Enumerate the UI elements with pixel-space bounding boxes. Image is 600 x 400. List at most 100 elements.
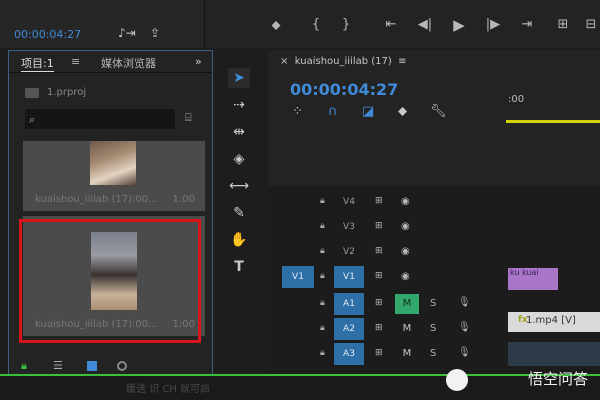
- nest-icon[interactable]: ⁘: [292, 104, 303, 119]
- lock-icon[interactable]: 🔒︎: [320, 221, 325, 231]
- sync-lock-icon[interactable]: ⊞: [375, 246, 383, 256]
- track-row-v4[interactable]: 🔒︎ V4 ⊞ ◉: [268, 190, 600, 215]
- go-to-in-icon[interactable]: ⇤: [380, 17, 402, 32]
- razor-tool-icon[interactable]: ◈: [228, 149, 250, 169]
- project-panel-tabs: 项目:1 ≡ 媒体浏览器 »: [9, 51, 212, 73]
- track-name[interactable]: V2: [334, 241, 364, 263]
- solo-button[interactable]: S: [430, 323, 436, 334]
- eye-icon[interactable]: ◉: [401, 271, 410, 282]
- lock-icon[interactable]: 🔒︎: [320, 271, 325, 281]
- timeline-clip-a1[interactable]: [508, 342, 600, 366]
- solo-button[interactable]: S: [430, 348, 436, 359]
- sync-lock-icon[interactable]: ⊞: [375, 323, 383, 333]
- status-progress-line: [0, 374, 600, 376]
- track-name[interactable]: V1: [334, 266, 364, 288]
- track-row-v3[interactable]: 🔒︎ V3 ⊞ ◉: [268, 215, 600, 240]
- lock-icon[interactable]: 🔒︎: [21, 359, 27, 373]
- sync-lock-icon[interactable]: ⊞: [375, 271, 383, 281]
- eye-icon[interactable]: ◉: [401, 246, 410, 257]
- mute-button[interactable]: M: [395, 319, 419, 339]
- project-clip-item[interactable]: kuaishou_iiilab (17):00... 1:00: [23, 141, 205, 211]
- lock-icon[interactable]: 🔒︎: [320, 196, 325, 206]
- export-frame-icon[interactable]: ♪⇥: [118, 26, 136, 40]
- ruler-label: :00: [508, 94, 525, 105]
- footer-text: 缓送 识 CH 就可启: [126, 384, 211, 395]
- timeline-clip-label: ku kuai: [510, 268, 539, 277]
- clip-duration: 1:00: [172, 194, 195, 205]
- mic-icon[interactable]: 🎙︎: [458, 322, 471, 333]
- lock-icon[interactable]: 🔒︎: [320, 298, 325, 308]
- eye-icon[interactable]: ◉: [401, 196, 410, 207]
- step-forward-icon[interactable]: |▶: [482, 17, 504, 32]
- zoom-slider-handle[interactable]: [117, 361, 127, 371]
- list-view-icon[interactable]: ☰: [53, 359, 63, 372]
- mic-icon[interactable]: 🎙︎: [458, 347, 471, 358]
- track-name[interactable]: A3: [334, 343, 364, 365]
- track-name[interactable]: V4: [334, 191, 364, 213]
- slip-tool-icon[interactable]: ⟷: [228, 176, 250, 196]
- step-back-icon[interactable]: ◀|: [414, 17, 436, 32]
- in-point-icon[interactable]: {: [305, 17, 327, 32]
- track-row-v2[interactable]: 🔒︎ V2 ⊞ ◉: [268, 240, 600, 265]
- insert-icon[interactable]: ⇪: [150, 26, 160, 40]
- menu-icon[interactable]: ≡: [392, 56, 406, 67]
- sequence-name: kuaishou_iiilab (17): [294, 56, 392, 67]
- watermark-logo: [446, 369, 468, 391]
- sync-lock-icon[interactable]: ⊞: [375, 196, 383, 206]
- mute-button[interactable]: M: [395, 294, 419, 314]
- track-select-tool-icon[interactable]: ⇢: [228, 95, 250, 115]
- extract-icon[interactable]: ⊟: [580, 17, 600, 32]
- eye-icon[interactable]: ◉: [401, 221, 410, 232]
- lock-icon[interactable]: 🔒︎: [320, 246, 325, 256]
- icon-view-icon[interactable]: [87, 361, 97, 371]
- close-icon[interactable]: ×: [280, 56, 295, 67]
- panel-overflow-icon[interactable]: »: [195, 55, 202, 68]
- sync-lock-icon[interactable]: ⊞: [375, 221, 383, 231]
- project-panel: 项目:1 ≡ 媒体浏览器 » 1.prproj ⌕ ⌸ kuaishou_iii…: [8, 50, 213, 376]
- solo-button[interactable]: S: [430, 298, 436, 309]
- pen-tool-icon[interactable]: ✎: [228, 203, 250, 223]
- sync-lock-icon[interactable]: ⊞: [375, 348, 383, 358]
- find-bin-icon[interactable]: ⌸: [185, 111, 201, 125]
- lock-icon[interactable]: 🔒︎: [320, 348, 325, 358]
- tab-equal-icon[interactable]: ≡: [71, 55, 80, 68]
- source-patch-v1[interactable]: V1: [282, 266, 314, 288]
- track-name[interactable]: V3: [334, 216, 364, 238]
- ripple-edit-tool-icon[interactable]: ⇹: [228, 122, 250, 142]
- lock-icon[interactable]: 🔒︎: [320, 323, 325, 333]
- mute-button[interactable]: M: [395, 344, 419, 364]
- timeline-timecode[interactable]: 00:00:04:27: [290, 80, 398, 99]
- settings-wrench-icon[interactable]: 🔧︎: [430, 104, 447, 119]
- linked-selection-icon[interactable]: ◪: [362, 104, 374, 119]
- out-point-icon[interactable]: }: [335, 17, 357, 32]
- snap-icon[interactable]: ∩: [328, 104, 338, 119]
- sequence-tab[interactable]: × kuaishou_iiilab (17) ≡: [280, 56, 407, 67]
- project-search-input[interactable]: [25, 109, 175, 129]
- status-bar: [0, 376, 600, 400]
- lift-icon[interactable]: ⊞: [552, 17, 574, 32]
- project-file-name: 1.prproj: [47, 87, 87, 98]
- track-name[interactable]: A1: [334, 293, 364, 315]
- search-icon: ⌕: [29, 113, 36, 126]
- timeline-panel: × kuaishou_iiilab (17) ≡ 00:00:04:27 ⁘ ∩…: [268, 50, 600, 376]
- timeline-clip-label: 1.mp4 [V]: [526, 315, 576, 326]
- sync-lock-icon[interactable]: ⊞: [375, 298, 383, 308]
- work-area-bar[interactable]: [506, 120, 600, 123]
- mic-icon[interactable]: 🎙︎: [458, 297, 471, 308]
- clip-thumbnail: [90, 141, 136, 185]
- project-panel-footer: 🔒︎ ☰: [9, 357, 212, 375]
- hand-tool-icon[interactable]: ✋: [228, 230, 250, 250]
- marker-icon[interactable]: ⬥: [265, 18, 287, 33]
- add-marker-icon[interactable]: ⬥: [398, 104, 407, 119]
- source-timecode[interactable]: 00:00:04:27: [14, 28, 81, 41]
- tab-project[interactable]: 项目:1: [21, 55, 54, 72]
- play-icon[interactable]: ▶: [448, 16, 470, 34]
- selection-highlight-box: [19, 219, 201, 343]
- selection-tool-icon[interactable]: ➤: [228, 68, 250, 88]
- tools-panel: ➤ ⇢ ⇹ ◈ ⟷ ✎ ✋ T: [222, 58, 262, 358]
- track-name[interactable]: A2: [334, 318, 364, 340]
- go-to-out-icon[interactable]: ⇥: [516, 17, 538, 32]
- tab-media-browser[interactable]: 媒体浏览器: [101, 55, 156, 71]
- type-tool-icon[interactable]: T: [228, 257, 250, 277]
- watermark-text: 悟空问答: [527, 370, 588, 388]
